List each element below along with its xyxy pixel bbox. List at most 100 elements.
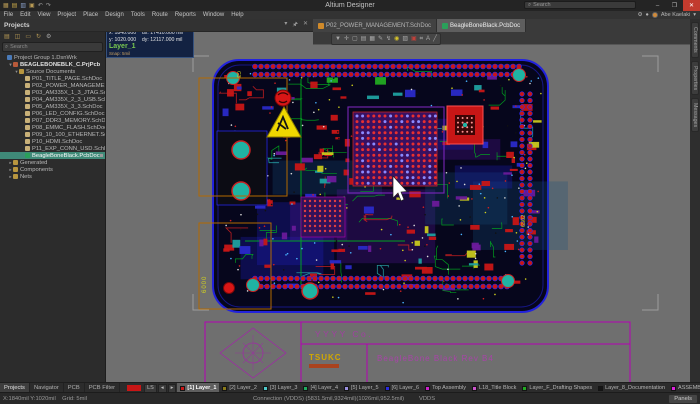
- right-tab-properties[interactable]: Properties: [691, 60, 699, 95]
- panel-menu-icon[interactable]: ▾: [284, 20, 287, 30]
- highlight-icon[interactable]: ◉: [394, 36, 399, 42]
- layer-color-swatch: [303, 385, 309, 391]
- board-icon[interactable]: ⌗: [420, 36, 423, 42]
- tree-item[interactable]: ▾ BEAGLEBONEBLK_C.PrjPcb: [0, 61, 105, 68]
- menu-window[interactable]: Window: [199, 11, 227, 19]
- current-layer-color-swatch[interactable]: [127, 385, 142, 391]
- panel-pin-icon[interactable]: 🖈: [292, 20, 298, 30]
- redo-icon[interactable]: ↷: [46, 3, 51, 9]
- minimize-button[interactable]: –: [649, 0, 666, 11]
- doc-tab[interactable]: BeagleBoneBlack.PcbDoc: [437, 19, 527, 32]
- user-name[interactable]: Abe Kaelaki: [661, 12, 690, 18]
- menu-design[interactable]: Design: [102, 11, 128, 19]
- menu-tools[interactable]: Tools: [127, 11, 148, 19]
- layer-tab-label: Layer_F_Drafting Shapes: [529, 385, 593, 391]
- right-tab-messages[interactable]: Messages: [691, 97, 699, 132]
- status-bar: X:1840mil Y:1020mil Grid: 5mil Connectio…: [0, 392, 700, 404]
- menu-route[interactable]: Route: [148, 11, 171, 19]
- tree-item[interactable]: ▾ Source Documents: [0, 68, 105, 75]
- close-button[interactable]: ✕: [683, 0, 700, 11]
- menu-view[interactable]: View: [34, 11, 54, 19]
- workspace-icon: [7, 55, 12, 60]
- image-icon[interactable]: ▨: [402, 36, 408, 42]
- global-search-placeholder: Search: [533, 2, 551, 8]
- new-document-icon[interactable]: ▦: [3, 3, 9, 9]
- tree-item-label: BEAGLEBONEBLK_C.PrjPcb: [20, 61, 101, 68]
- paste-icon[interactable]: ▤: [361, 36, 367, 42]
- layer-tab-label: [3] Layer_3: [269, 385, 298, 391]
- line-icon[interactable]: ╱: [433, 36, 437, 42]
- tree-item[interactable]: ▸ Components: [0, 166, 105, 173]
- tree-item[interactable]: P09_10_100_ETHERNET.SchDoc: [0, 131, 105, 138]
- schdoc-icon: [25, 132, 30, 137]
- tree-item[interactable]: P03_AM335X_1_3_JTAG.SchDoc: [0, 89, 105, 96]
- restore-button[interactable]: ❐: [666, 0, 683, 11]
- refresh-icon[interactable]: ↻: [36, 33, 41, 40]
- settings-gear-icon[interactable]: ⚙: [638, 12, 643, 18]
- chevron-down-icon[interactable]: ▾: [693, 12, 696, 18]
- menu-place[interactable]: Place: [80, 11, 102, 19]
- save-icon[interactable]: ▥: [20, 3, 26, 9]
- drc-icon[interactable]: ▣: [411, 36, 417, 42]
- menu-items: File Edit View Project Place Design Tools Route…: [0, 11, 247, 19]
- projects-panel-toolbar: ▤ ◫ ▭ ↻ ⚙: [0, 31, 105, 41]
- add-icon[interactable]: ✛: [344, 36, 349, 42]
- folder-icon: [13, 174, 18, 179]
- pcb-canvas[interactable]: YYYY Co. TSUKC BeagleBone Black Rev B4 G3 60…: [105, 19, 690, 383]
- panels-button[interactable]: Panels: [668, 393, 698, 404]
- tree-item[interactable]: P08_EMMC_FLASH.SchDoc: [0, 124, 105, 131]
- compile-icon[interactable]: ◫: [15, 33, 21, 40]
- grid-icon[interactable]: ▦: [369, 36, 375, 42]
- print-icon[interactable]: ▣: [29, 3, 35, 9]
- tree-item[interactable]: P06_LED_CONFIG.SchDoc: [0, 110, 105, 117]
- pcbdoc-icon: [25, 153, 30, 158]
- projects-panel: ▤ ◫ ▭ ↻ ⚙ ⌕ Search Project Group 1.DsnWrk ▾ BE…: [0, 31, 106, 383]
- document-tabs: P02_POWER_MANAGEMENT.SchDoc BeagleBoneBla…: [313, 19, 690, 32]
- global-search-input[interactable]: ⌕ Search: [524, 1, 636, 9]
- tree-item[interactable]: ▸ Nets: [0, 173, 105, 180]
- menu-reports[interactable]: Reports: [171, 11, 199, 19]
- tree-item[interactable]: P07_DDR3_MEMORY.SchDoc: [0, 117, 105, 124]
- tree-item[interactable]: P04_AM335X_2_3_USB.SchDoc: [0, 96, 105, 103]
- svg-text:6502: 6502: [521, 215, 527, 227]
- title-bar: ▦ ▤ ▥ ▣ ↶ ↷ Altium Designer ⌕ Search – ❐…: [0, 0, 700, 11]
- layer-color-swatch: [344, 385, 350, 391]
- annotate-icon[interactable]: A: [426, 36, 430, 42]
- tree-item[interactable]: ▸ Generated: [0, 159, 105, 166]
- schdoc-icon: [25, 90, 30, 95]
- menu-help[interactable]: Help: [228, 11, 247, 19]
- right-tab-comments[interactable]: Comments: [691, 22, 699, 58]
- settings-icon[interactable]: ⚙: [46, 33, 51, 40]
- panel-close-icon[interactable]: ✕: [303, 20, 308, 30]
- filter-icon[interactable]: ▼: [335, 36, 341, 42]
- tree-item[interactable]: Project Group 1.DsnWrk: [0, 54, 105, 61]
- layer-color-swatch: [222, 385, 228, 391]
- undo-icon[interactable]: ↶: [38, 3, 43, 9]
- tree-item[interactable]: P11_EXP_CONN_USD.SchDoc: [0, 145, 105, 152]
- projects-search-input[interactable]: ⌕ Search: [2, 42, 103, 52]
- tree-item[interactable]: P01_TITLE_PAGE.SchDoc: [0, 75, 105, 82]
- notifications-icon[interactable]: ●: [646, 12, 649, 18]
- pcb-editor-canvas[interactable]: YYYY Co. TSUKC BeagleBone Black Rev B4 G3 60…: [105, 19, 690, 383]
- select-rect-icon[interactable]: ▢: [352, 36, 358, 42]
- user-avatar[interactable]: [651, 12, 658, 18]
- open-document-icon[interactable]: ▤: [12, 3, 18, 9]
- menu-project[interactable]: Project: [54, 11, 80, 19]
- schdoc-icon: [25, 125, 30, 130]
- menu-edit[interactable]: Edit: [17, 11, 34, 19]
- explorer-icon[interactable]: ▭: [25, 33, 31, 40]
- tree-item[interactable]: BeagleBoneBlack.PcbDoc: [0, 152, 105, 159]
- draw-icon[interactable]: ✎: [378, 36, 383, 42]
- route-icon[interactable]: ↯: [386, 36, 391, 42]
- schdoc-icon: [25, 118, 30, 123]
- tree-item[interactable]: P02_POWER_MANAGEMENT.SchDoc: [0, 82, 105, 89]
- svg-text:G3: G3: [235, 71, 241, 78]
- doc-tab[interactable]: P02_POWER_MANAGEMENT.SchDoc: [313, 19, 438, 32]
- tree-item[interactable]: P05_AM335X_3_3.SchDoc: [0, 103, 105, 110]
- save-all-icon[interactable]: ▤: [4, 33, 10, 40]
- schdoc-icon: [25, 76, 30, 81]
- layer-tab-label: [4] Layer_4: [310, 385, 339, 391]
- tree-item[interactable]: P10_HDMI.SchDoc: [0, 138, 105, 145]
- menu-file[interactable]: File: [0, 11, 17, 19]
- tree-item-label: P01_TITLE_PAGE.SchDoc: [32, 75, 103, 82]
